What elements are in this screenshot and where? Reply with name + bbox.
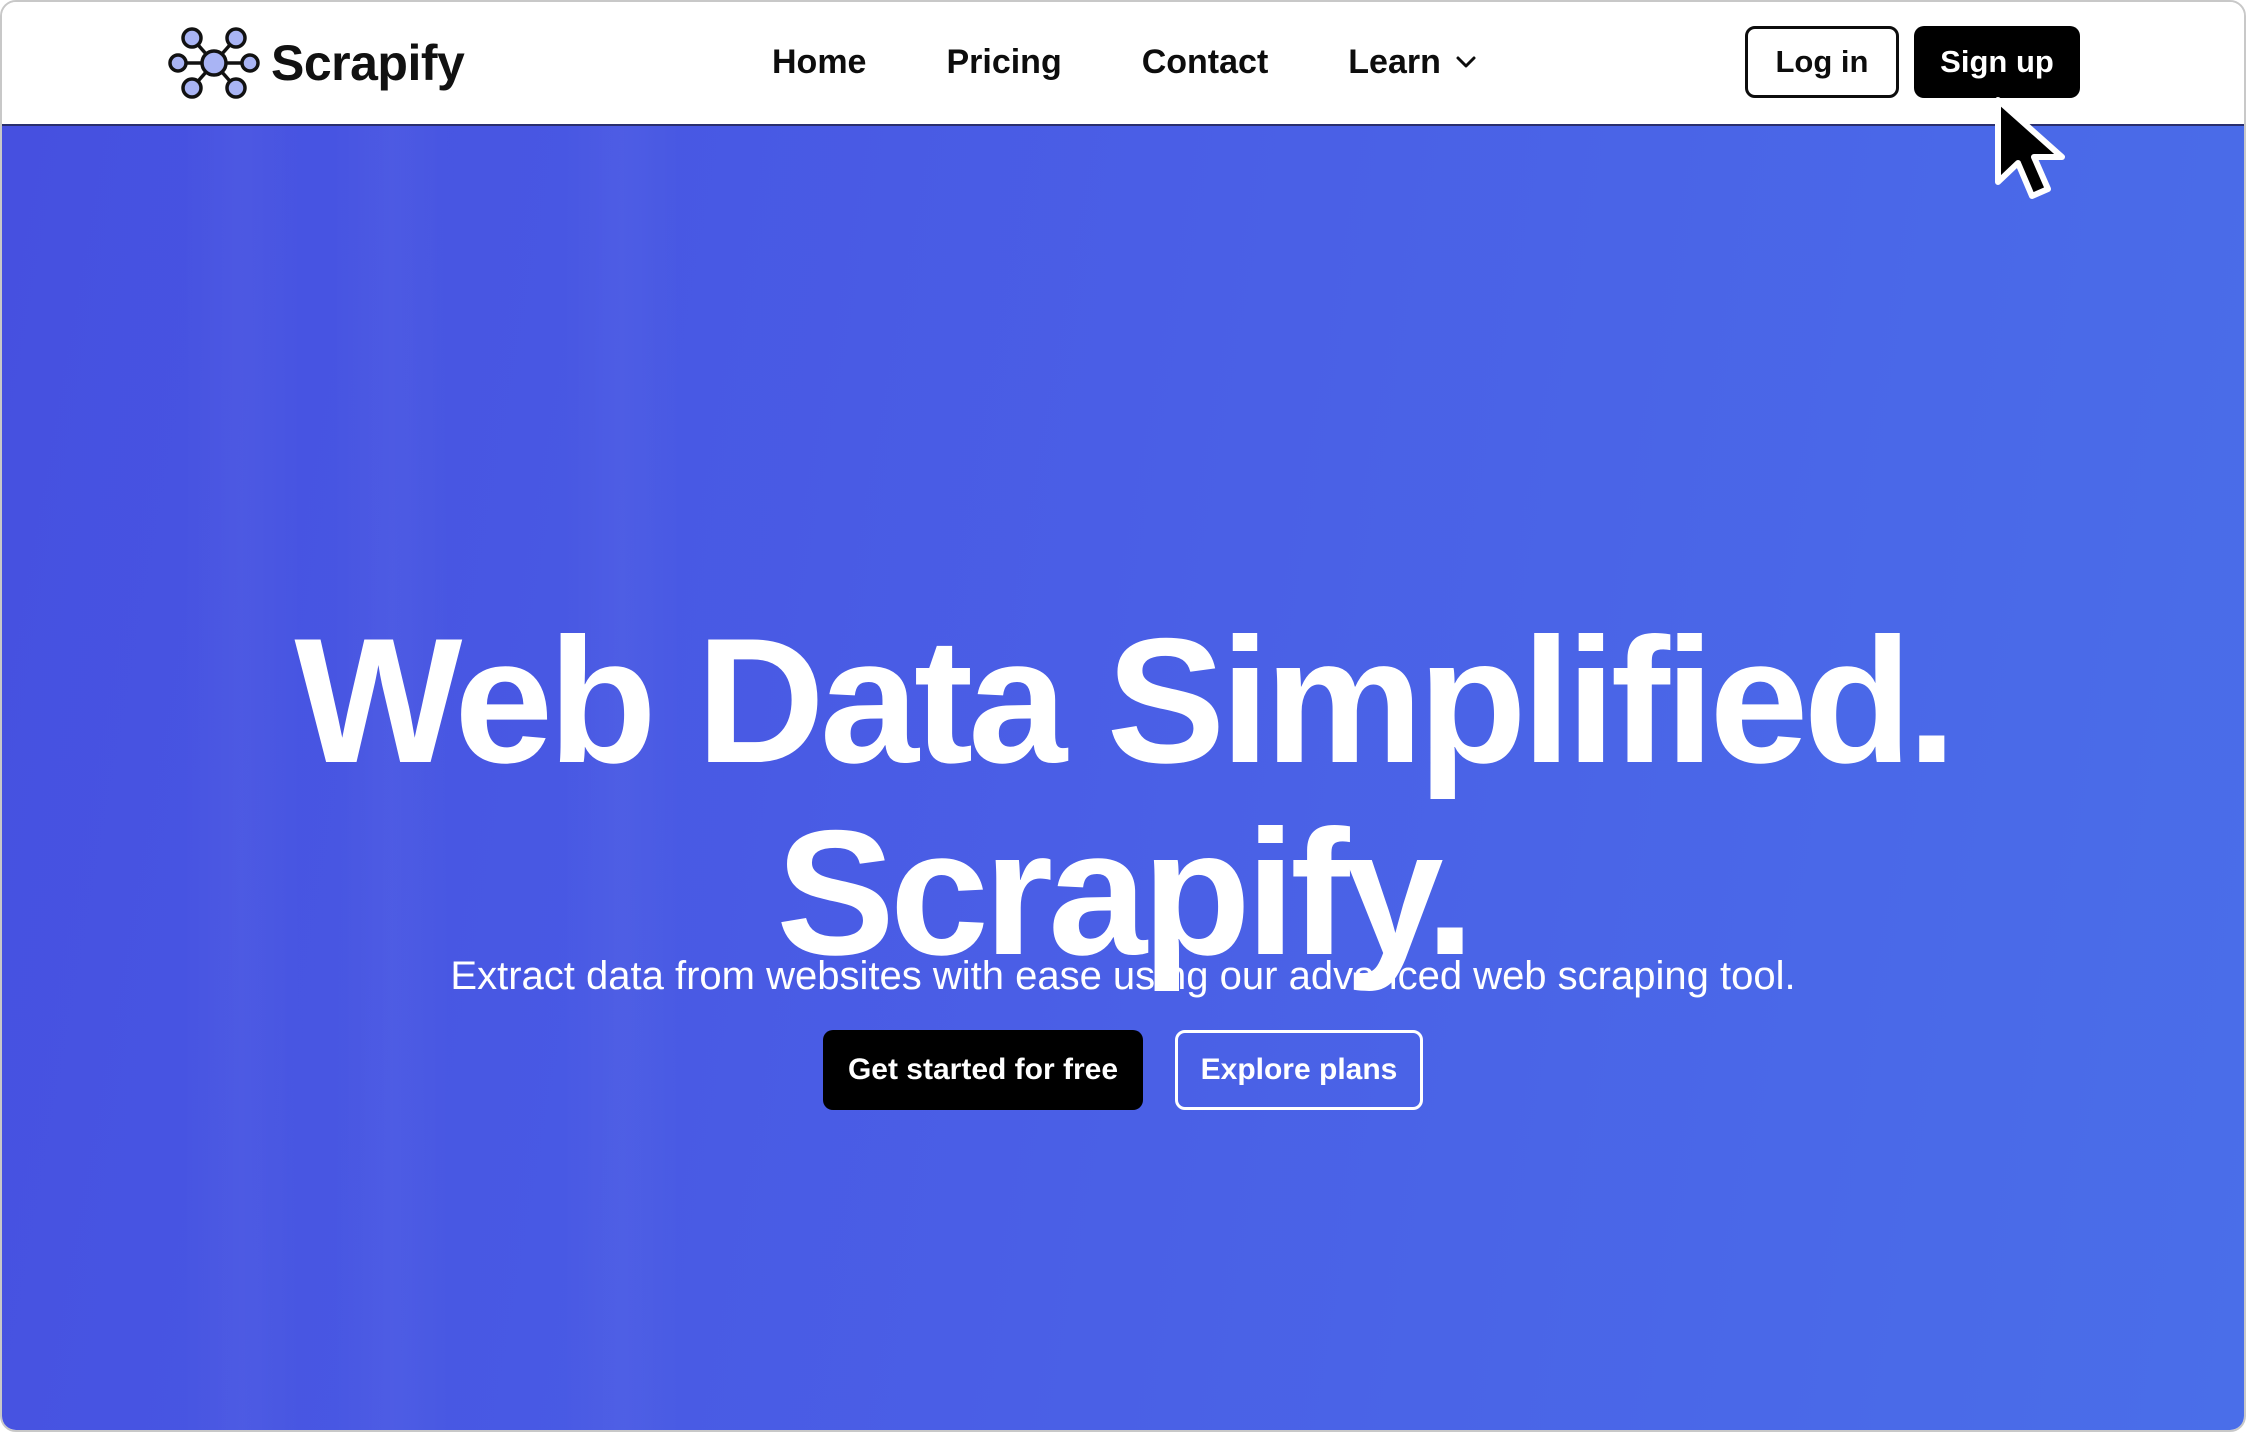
login-button[interactable]: Log in xyxy=(1745,26,1899,98)
brand-logo[interactable]: Scrapify xyxy=(167,24,465,102)
molecule-nodes-logo-icon xyxy=(168,27,260,99)
hero-subtitle: Extract data from websites with ease usi… xyxy=(450,954,1796,998)
nav-link-home[interactable]: Home xyxy=(772,43,866,82)
signup-button[interactable]: Sign up xyxy=(1914,26,2080,98)
nav-link-pricing[interactable]: Pricing xyxy=(946,43,1061,82)
nav-link-label: Pricing xyxy=(946,42,1062,81)
hero-section: Web Data Simplified. Scrapify. Extract d… xyxy=(2,126,2244,1430)
nav-link-label: Learn xyxy=(1348,42,1441,81)
mouse-pointer-icon xyxy=(1995,97,2065,199)
hero-heading: Web Data Simplified. Scrapify. xyxy=(2,605,2244,989)
nav-link-label: Contact xyxy=(1141,42,1269,81)
nav-link-label: Home xyxy=(772,42,867,81)
get-started-button[interactable]: Get started for free xyxy=(823,1030,1143,1110)
chevron-down-icon xyxy=(1456,56,1476,68)
main-nav: Home Pricing Contact Learn xyxy=(772,2,1477,122)
explore-plans-button[interactable]: Explore plans xyxy=(1175,1030,1423,1110)
hero-heading-line-1: Web Data Simplified. xyxy=(294,601,1956,801)
nav-link-learn-dropdown[interactable]: Learn xyxy=(1348,43,1477,82)
nav-link-contact[interactable]: Contact xyxy=(1142,43,1269,82)
top-navbar: Scrapify Home Pricing Contact Learn Log … xyxy=(2,2,2244,126)
brand-name: Scrapify xyxy=(271,35,465,91)
hero-cta-group: Get started for free Explore plans xyxy=(2,1030,2244,1110)
browser-window: Scrapify Home Pricing Contact Learn Log … xyxy=(0,0,2246,1432)
